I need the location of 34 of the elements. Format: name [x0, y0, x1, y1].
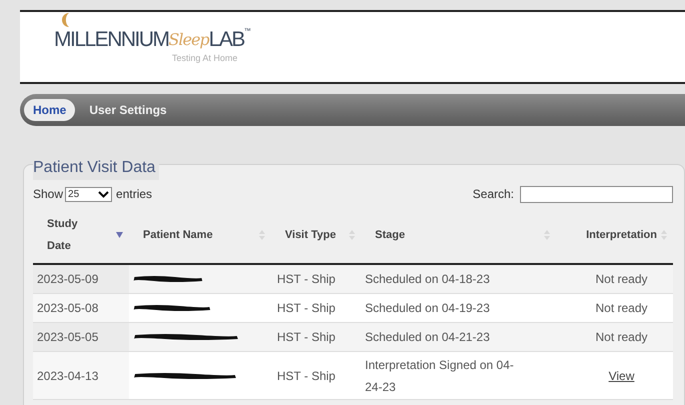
show-label: Show: [33, 186, 64, 203]
column-header[interactable]: Study Date: [33, 213, 129, 257]
table-cell-text: Not ready: [595, 329, 648, 346]
search-label: Search:: [472, 186, 514, 203]
tagline-text: Testing At Home: [172, 52, 239, 65]
view-link[interactable]: View: [608, 366, 634, 384]
table-cell-text: Scheduled on 04-21-23: [364, 329, 491, 346]
column-header[interactable]: Visit Type: [271, 226, 361, 244]
nav-tab[interactable]: Home: [24, 99, 76, 121]
table-cell-text: Not ready: [595, 271, 648, 288]
table-cell-text: Scheduled on 04-19-23: [364, 300, 491, 317]
table-cell-text: Scheduled on 04-18-23: [364, 271, 491, 288]
chevron-down-icon: [98, 190, 110, 198]
nav-tab[interactable]: User Settings: [85, 99, 171, 121]
logo-text: MILLENNIUM: [54, 28, 169, 52]
table-cell-text: Not ready: [595, 300, 648, 317]
search-field[interactable]: [520, 186, 673, 202]
table-cell: 2023-05-05: [33, 323, 129, 351]
column-header[interactable]: Interpretation: [556, 226, 673, 244]
column-header[interactable]: Patient Name: [129, 226, 271, 244]
table-cell-text: HST - Ship: [276, 329, 336, 346]
table-cell-text: HST - Ship: [276, 271, 336, 288]
table-cell-text: HST - Ship: [276, 368, 336, 384]
logo-text: LAB: [208, 28, 244, 52]
logo-script-text: Sleep: [168, 29, 209, 51]
page-size-select[interactable]: 25: [65, 186, 112, 202]
table-cell: 2023-05-09: [33, 265, 129, 293]
redaction-mark: [133, 275, 203, 283]
table-cell-text: HST - Ship: [276, 300, 336, 317]
table-cell: 2023-05-08: [33, 294, 129, 322]
column-header[interactable]: Stage: [361, 226, 556, 244]
table-cell-text: Interpretation Signed on 04-24-23: [364, 356, 515, 396]
entries-label: entries: [116, 186, 152, 203]
table-cell: 2023-04-13: [33, 352, 129, 399]
